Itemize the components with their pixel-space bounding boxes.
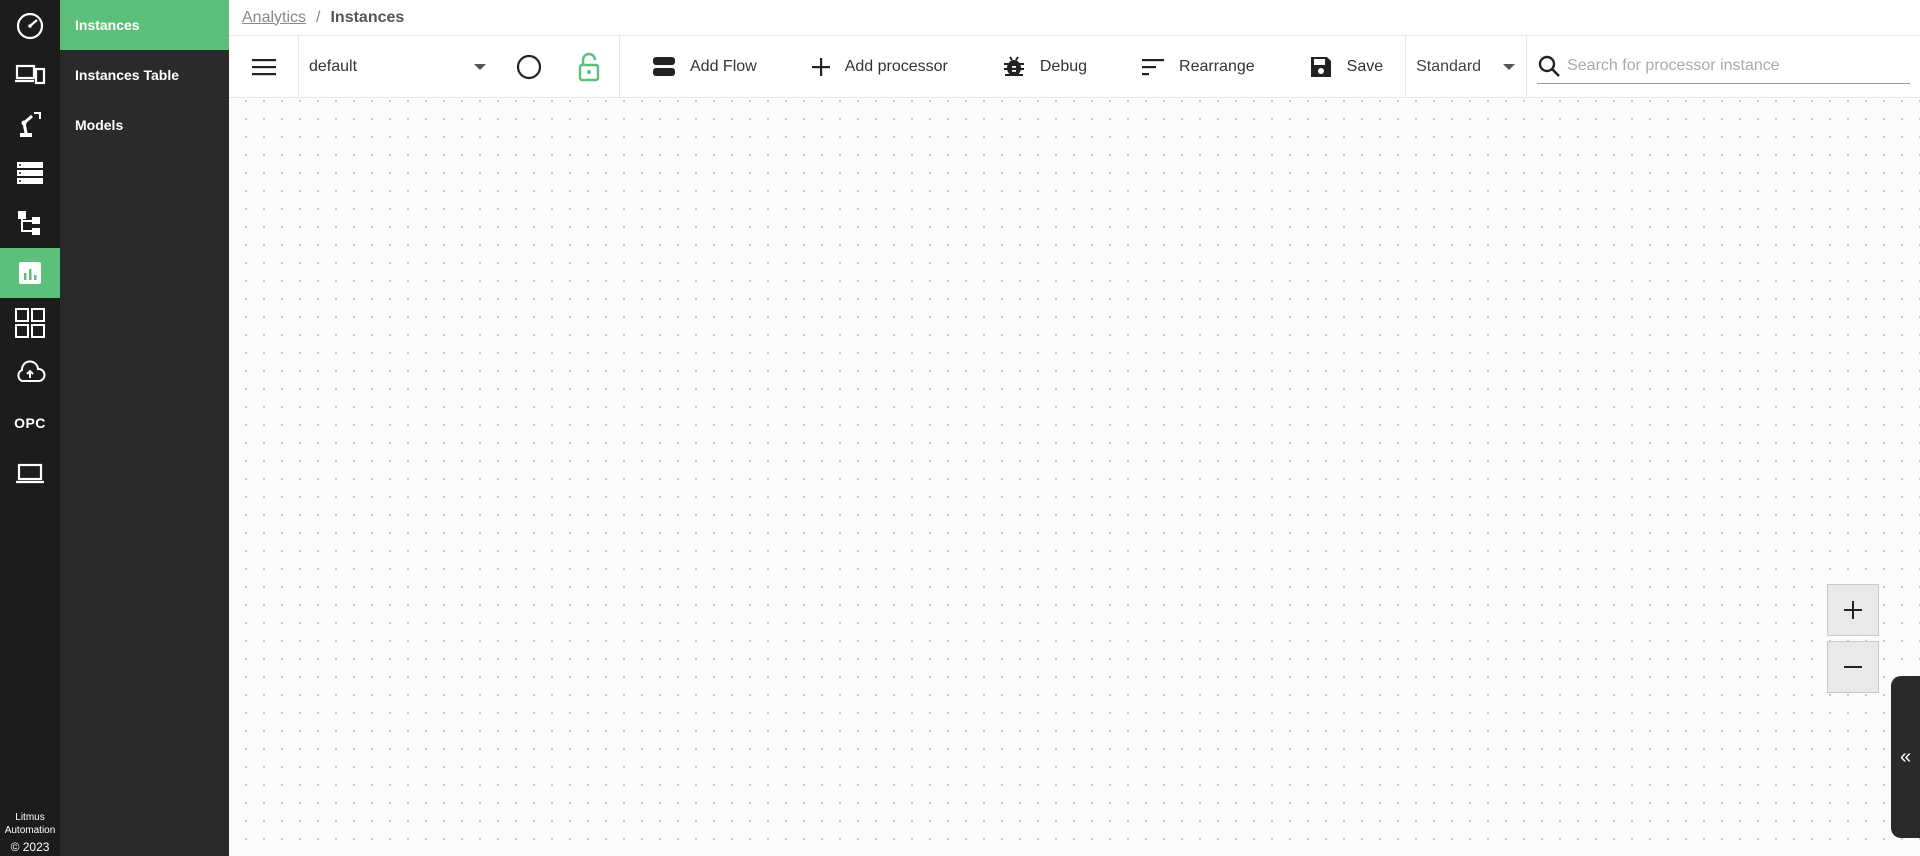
unlock-icon [578,52,600,81]
subnav-item-instances-table[interactable]: Instances Table [60,50,229,100]
rail-item-dashboard[interactable] [0,0,60,50]
sort-icon [1142,58,1165,75]
caret-down-icon [474,63,486,70]
double-chevron-left-icon: « [1899,745,1912,768]
robot-arm-icon [20,112,41,137]
add-flow-button[interactable]: Add Flow [620,36,779,98]
apps-grid-icon [15,308,45,338]
status-toggle-button[interactable] [499,36,559,98]
database-icon [17,162,43,184]
analytics-icon [19,262,41,284]
zoom-out-button[interactable] [1827,641,1879,693]
menu-button[interactable] [229,35,299,98]
mode-select[interactable]: Standard [1405,35,1528,98]
hamburger-icon [251,58,276,75]
subnav: Instances Instances Table Models [60,0,229,856]
laptop-icon [16,463,44,484]
rail-item-opc[interactable]: OPC [0,398,60,448]
rearrange-button[interactable]: Rearrange [1109,36,1277,98]
opc-label: OPC [14,415,46,431]
zoom-in-button[interactable] [1827,584,1879,636]
add-flow-label: Add Flow [690,57,757,75]
subnav-item-instances[interactable]: Instances [60,0,229,50]
rail-item-database[interactable] [0,148,60,198]
mode-select-value: Standard [1416,57,1482,75]
rail-item-laptop[interactable] [0,448,60,498]
rail-footer: Litmus Automation © 2023 [0,811,60,856]
cloud-upload-icon [17,360,46,382]
add-processor-button[interactable]: Add processor [779,36,970,98]
bug-icon [1003,55,1024,76]
breadcrumb-separator: / [316,8,321,26]
breadcrumb: Analytics / Instances [229,0,1920,36]
breadcrumb-analytics-link[interactable]: Analytics [242,9,306,27]
search-icon [1538,55,1561,77]
debug-button[interactable]: Debug [970,36,1109,98]
flow-select-value: default [309,57,358,75]
rail-item-cloud[interactable] [0,348,60,398]
circle-icon [516,54,542,79]
search-box [1537,50,1910,84]
plus-icon [811,57,830,76]
side-panel-toggle[interactable]: « [1891,676,1920,838]
search-area [1527,36,1920,98]
breadcrumb-current: Instances [330,8,405,26]
copyright: © 2023 [10,840,50,854]
rail-item-devices[interactable] [0,49,60,99]
subnav-item-models[interactable]: Models [60,100,229,150]
save-button[interactable]: Save [1277,36,1405,98]
brand-line-2: Automation [4,825,56,836]
toolbar: default Add Flow Add processor Debug Rea… [229,35,1920,98]
save-icon [1310,56,1331,77]
flow-select[interactable]: default [299,36,499,98]
debug-label: Debug [1039,57,1088,75]
search-input[interactable] [1567,57,1910,75]
rail-item-flows[interactable] [0,198,60,248]
rail-item-robot[interactable] [0,99,60,149]
brand-line-1: Litmus [15,812,45,823]
dashboard-icon [16,12,44,40]
main-area: Analytics / Instances default Add Flow A… [229,0,1920,856]
add-processor-label: Add processor [844,57,948,75]
plus-icon [1844,601,1862,619]
flow-canvas[interactable] [229,98,1920,856]
icon-rail: OPC Litmus Automation © 2023 [0,0,60,856]
devices-icon [15,64,46,85]
rearrange-label: Rearrange [1179,57,1255,75]
flow-icon [653,56,675,76]
rail-item-analytics[interactable] [0,248,60,298]
lock-button[interactable] [559,36,619,98]
caret-down-icon [1503,63,1516,70]
flows-icon [18,211,40,235]
rail-item-apps[interactable] [0,298,60,348]
minus-icon [1844,666,1862,668]
save-label: Save [1346,57,1384,75]
